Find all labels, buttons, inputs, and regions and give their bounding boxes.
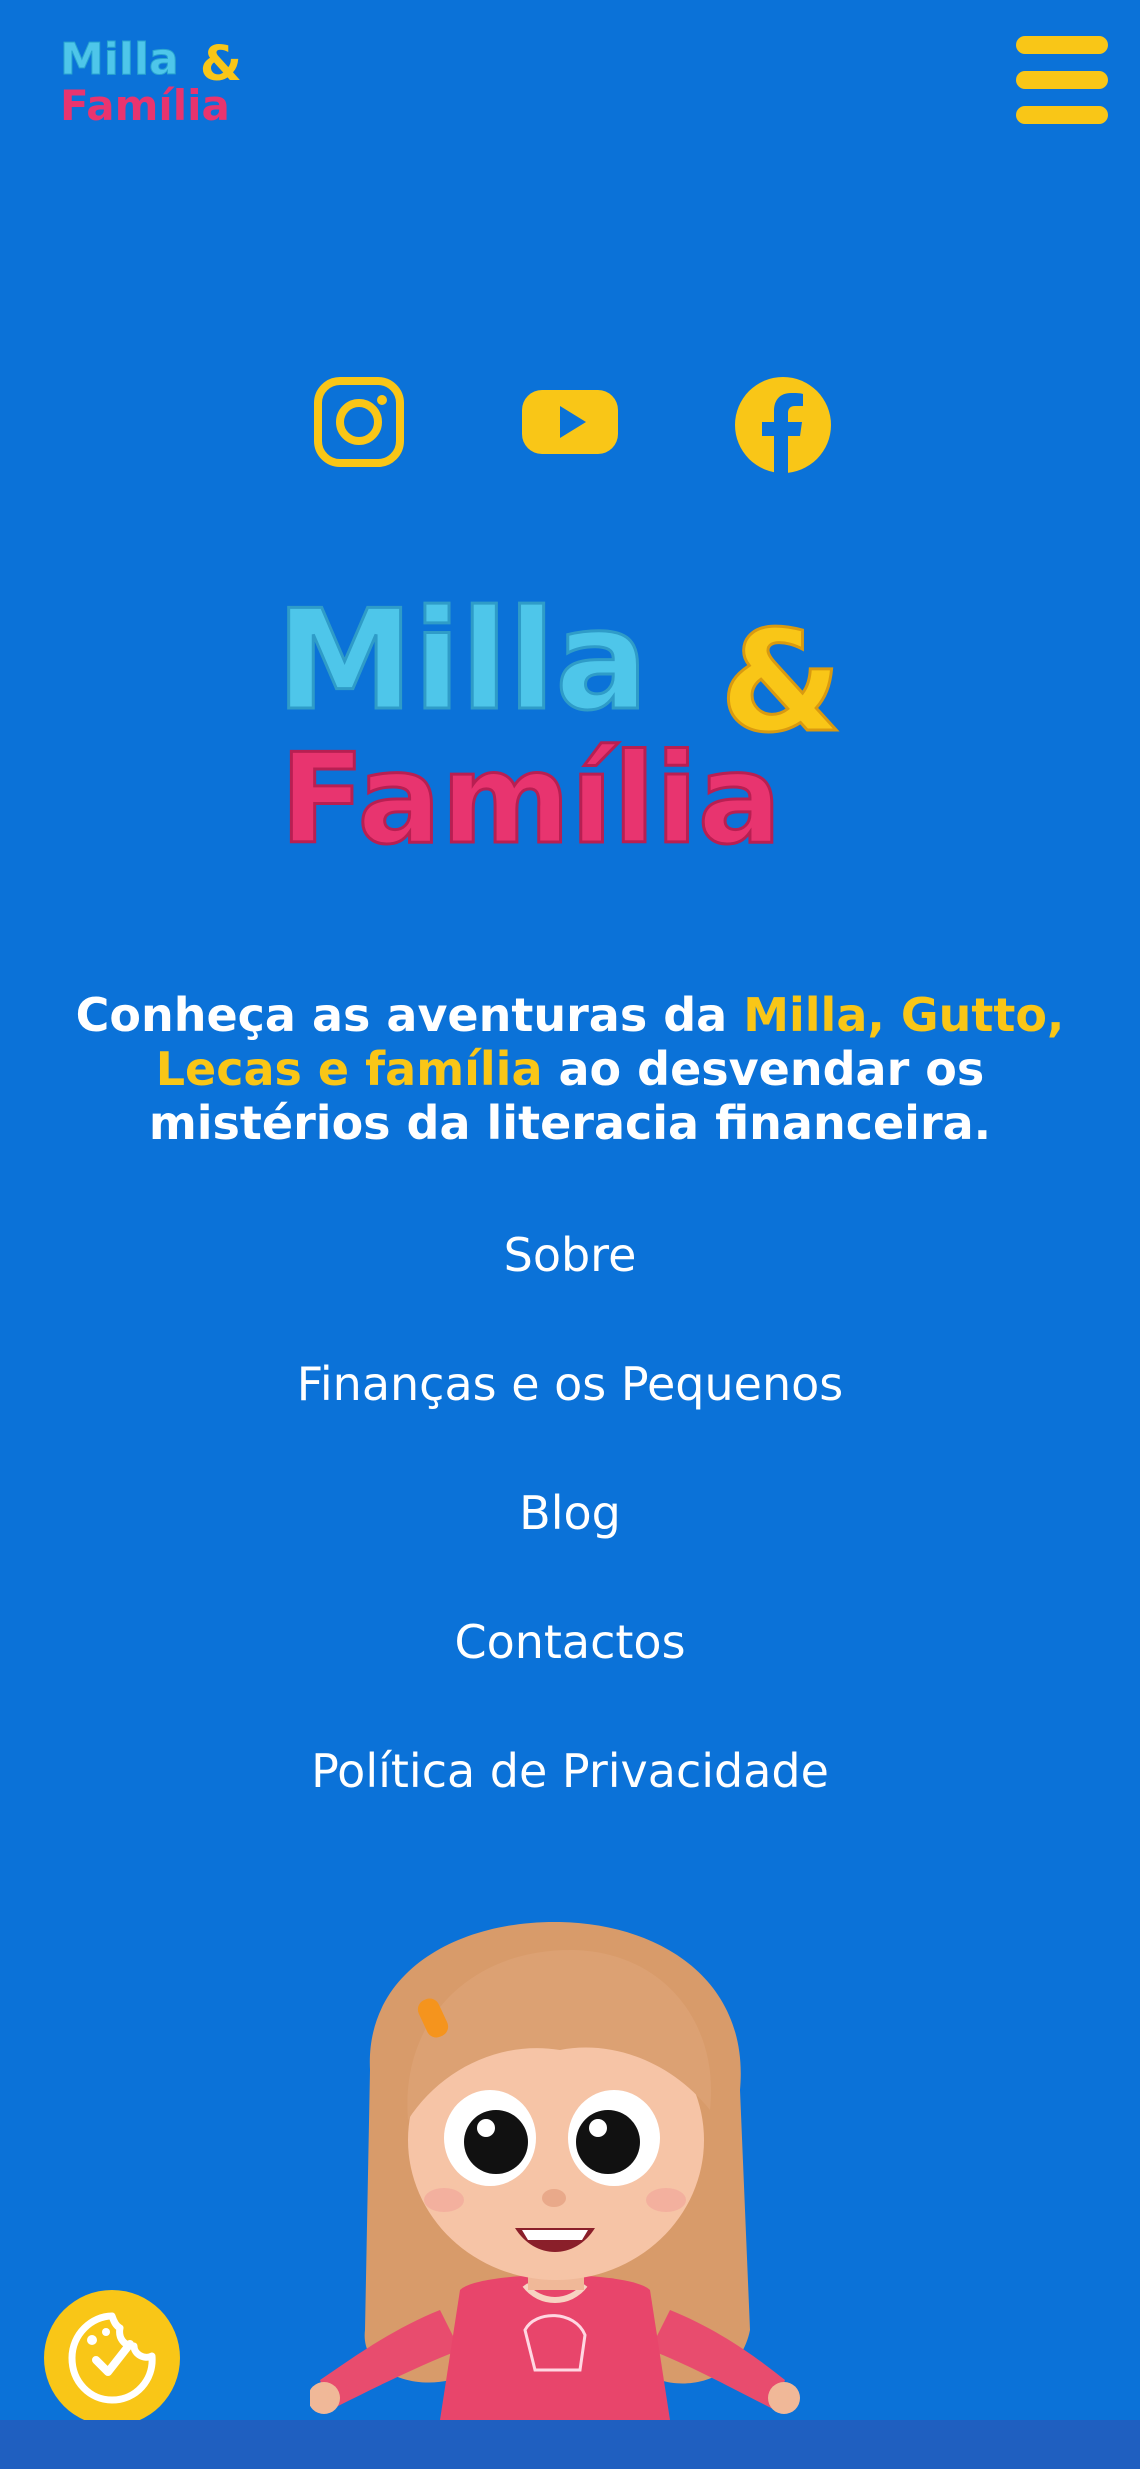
logo-text-milla: Milla (60, 34, 179, 85)
nav-link-privacidade[interactable]: Política de Privacidade (0, 1731, 1140, 1860)
cookie-consent-button[interactable] (44, 2290, 180, 2426)
menu-bar (1016, 36, 1108, 54)
facebook-icon (735, 377, 831, 474)
hero-logo-milla: Milla (276, 580, 648, 741)
main-nav: Sobre Finanças e os Pequenos Blog Contac… (0, 1215, 1140, 1860)
menu-bar (1016, 106, 1108, 124)
nav-link-blog[interactable]: Blog (0, 1473, 1140, 1602)
nav-link-contactos[interactable]: Contactos (0, 1602, 1140, 1731)
instagram-icon (314, 377, 404, 467)
hamburger-menu-icon[interactable] (1016, 36, 1108, 124)
instagram-link[interactable] (314, 376, 404, 468)
nav-link-sobre[interactable]: Sobre (0, 1215, 1140, 1344)
social-links (0, 376, 1140, 486)
site-header: Milla & Família (0, 0, 1140, 150)
cookie-consent-icon (68, 2312, 156, 2404)
milla-character-illustration (310, 1921, 800, 2420)
tagline-highlight-familia: família (365, 1042, 543, 1096)
hero-logo-familia: Família (280, 728, 782, 860)
bottom-bar (0, 2420, 1140, 2469)
hero-logo: Milla & Família (275, 580, 844, 860)
tagline-text: Conheça as aventuras da (75, 988, 744, 1042)
facebook-link[interactable] (734, 376, 832, 474)
site-logo[interactable]: Milla & Família (58, 28, 278, 129)
menu-bar (1016, 71, 1108, 89)
tagline: Conheça as aventuras da Milla, Gutto, Le… (28, 988, 1112, 1150)
logo-text-familia: Família (60, 81, 230, 128)
youtube-link[interactable] (522, 376, 618, 468)
nav-link-financas[interactable]: Finanças e os Pequenos (0, 1344, 1140, 1473)
youtube-icon (522, 390, 618, 454)
